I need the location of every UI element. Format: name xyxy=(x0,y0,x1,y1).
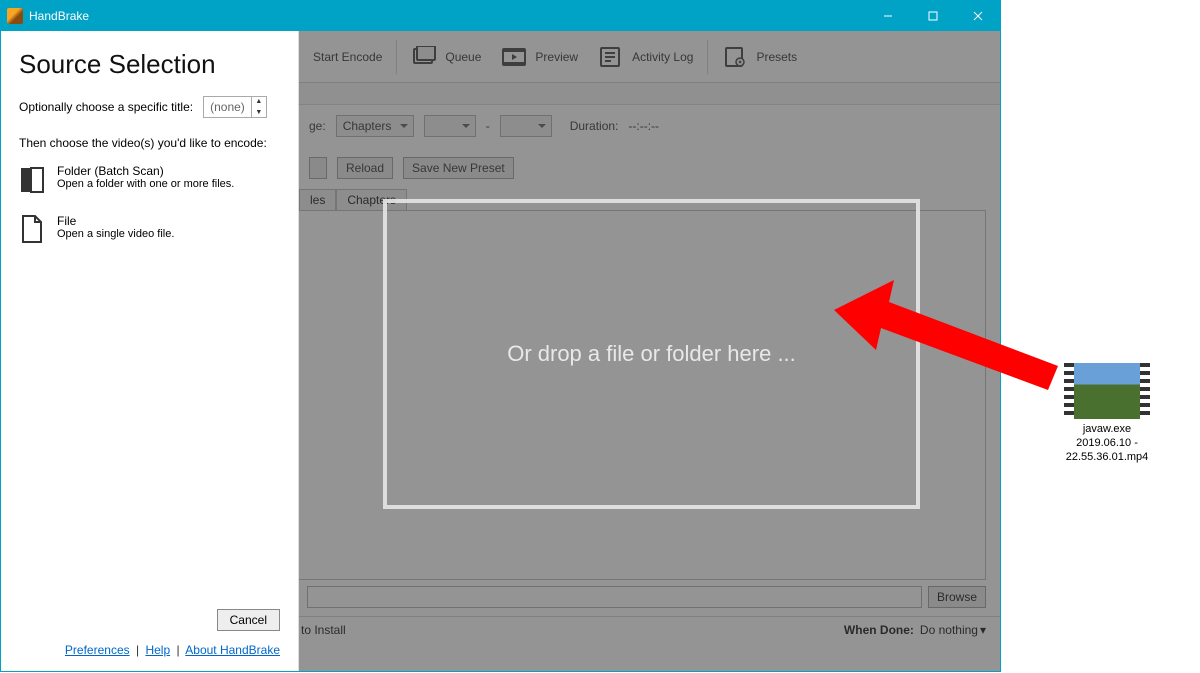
panel-subhead: Then choose the video(s) you'd like to e… xyxy=(19,136,280,150)
cancel-label: Cancel xyxy=(230,613,267,627)
cancel-button[interactable]: Cancel xyxy=(217,609,280,631)
title-spinner-value: (none) xyxy=(204,100,251,114)
destination-input[interactable] xyxy=(307,586,922,608)
folder-desc: Open a folder with one or more files. xyxy=(57,178,234,190)
range-mode-select[interactable]: Chapters xyxy=(336,115,414,137)
about-link[interactable]: About HandBrake xyxy=(185,643,280,657)
start-encode-label: Start Encode xyxy=(313,50,382,64)
drop-zone[interactable]: Or drop a file or folder here ... xyxy=(383,199,920,509)
range-mode-value: Chapters xyxy=(343,119,392,133)
reload-button[interactable]: Reload xyxy=(337,157,393,179)
app-window: HandBrake Start Encode Qu xyxy=(0,0,1001,672)
drop-zone-text: Or drop a file or folder here ... xyxy=(507,341,796,367)
spinner-up-icon[interactable]: ▲ xyxy=(252,96,266,107)
file-name-line1: javaw.exe xyxy=(1052,423,1162,437)
duration-value: --:--:-- xyxy=(628,119,659,133)
queue-label: Queue xyxy=(445,50,481,64)
minimize-button[interactable] xyxy=(865,1,910,31)
panel-links: Preferences | Help | About HandBrake xyxy=(19,643,280,661)
close-button[interactable] xyxy=(955,1,1000,31)
app-icon xyxy=(7,8,23,24)
presets-icon xyxy=(722,46,748,68)
presets-button[interactable]: Presets xyxy=(712,31,807,82)
queue-button[interactable]: Queue xyxy=(401,31,491,82)
activity-log-button[interactable]: Activity Log xyxy=(588,31,703,82)
video-thumbnail-icon xyxy=(1064,363,1150,419)
save-new-preset-label: Save New Preset xyxy=(412,161,505,175)
chevron-down-icon: ▾ xyxy=(980,623,986,637)
file-name-line2: 2019.06.10 - xyxy=(1052,437,1162,451)
spinner-down-icon[interactable]: ▼ xyxy=(252,107,266,118)
preview-button[interactable]: Preview xyxy=(491,31,588,82)
source-selection-panel: Source Selection Optionally choose a spe… xyxy=(1,31,299,671)
file-title: File xyxy=(57,214,174,228)
tab-subtitles[interactable]: les xyxy=(299,189,336,210)
help-link[interactable]: Help xyxy=(145,643,170,657)
when-done-label: When Done: xyxy=(844,623,914,637)
folder-icon xyxy=(19,164,45,194)
queue-icon xyxy=(411,46,437,68)
status-text: to Install xyxy=(301,623,346,637)
preview-label: Preview xyxy=(535,50,578,64)
browse-button[interactable]: Browse xyxy=(928,586,986,608)
title-select-label: Optionally choose a specific title: xyxy=(19,100,193,114)
preset-play-button[interactable] xyxy=(309,157,327,179)
file-desc: Open a single video file. xyxy=(57,228,174,240)
presets-label: Presets xyxy=(756,50,797,64)
file-icon xyxy=(19,214,45,244)
activity-log-icon xyxy=(598,46,624,68)
reload-label: Reload xyxy=(346,161,384,175)
source-option-folder[interactable]: Folder (Batch Scan) Open a folder with o… xyxy=(19,164,280,194)
file-name-line3: 22.55.36.01.mp4 xyxy=(1052,451,1162,465)
panel-heading: Source Selection xyxy=(19,49,280,80)
folder-title: Folder (Batch Scan) xyxy=(57,164,234,178)
duration-label: Duration: xyxy=(570,119,619,133)
maximize-button[interactable] xyxy=(910,1,955,31)
activity-log-label: Activity Log xyxy=(632,50,693,64)
save-new-preset-button[interactable]: Save New Preset xyxy=(403,157,514,179)
range-end-select[interactable] xyxy=(500,115,552,137)
range-dash: - xyxy=(486,119,490,133)
start-encode-button[interactable]: Start Encode xyxy=(303,31,392,82)
title-spinner[interactable]: (none) ▲ ▼ xyxy=(203,96,267,118)
source-option-file[interactable]: File Open a single video file. xyxy=(19,214,280,244)
preferences-link[interactable]: Preferences xyxy=(65,643,130,657)
desktop-video-file[interactable]: javaw.exe 2019.06.10 - 22.55.36.01.mp4 xyxy=(1052,363,1162,464)
when-done-value[interactable]: Do nothing xyxy=(920,623,978,637)
titlebar: HandBrake xyxy=(1,1,1000,31)
tab-subtitles-label: les xyxy=(310,193,325,207)
window-title: HandBrake xyxy=(29,9,89,23)
range-start-select[interactable] xyxy=(424,115,476,137)
preview-icon xyxy=(501,46,527,68)
browse-label: Browse xyxy=(937,590,977,604)
range-suffix: ge: xyxy=(309,119,326,133)
